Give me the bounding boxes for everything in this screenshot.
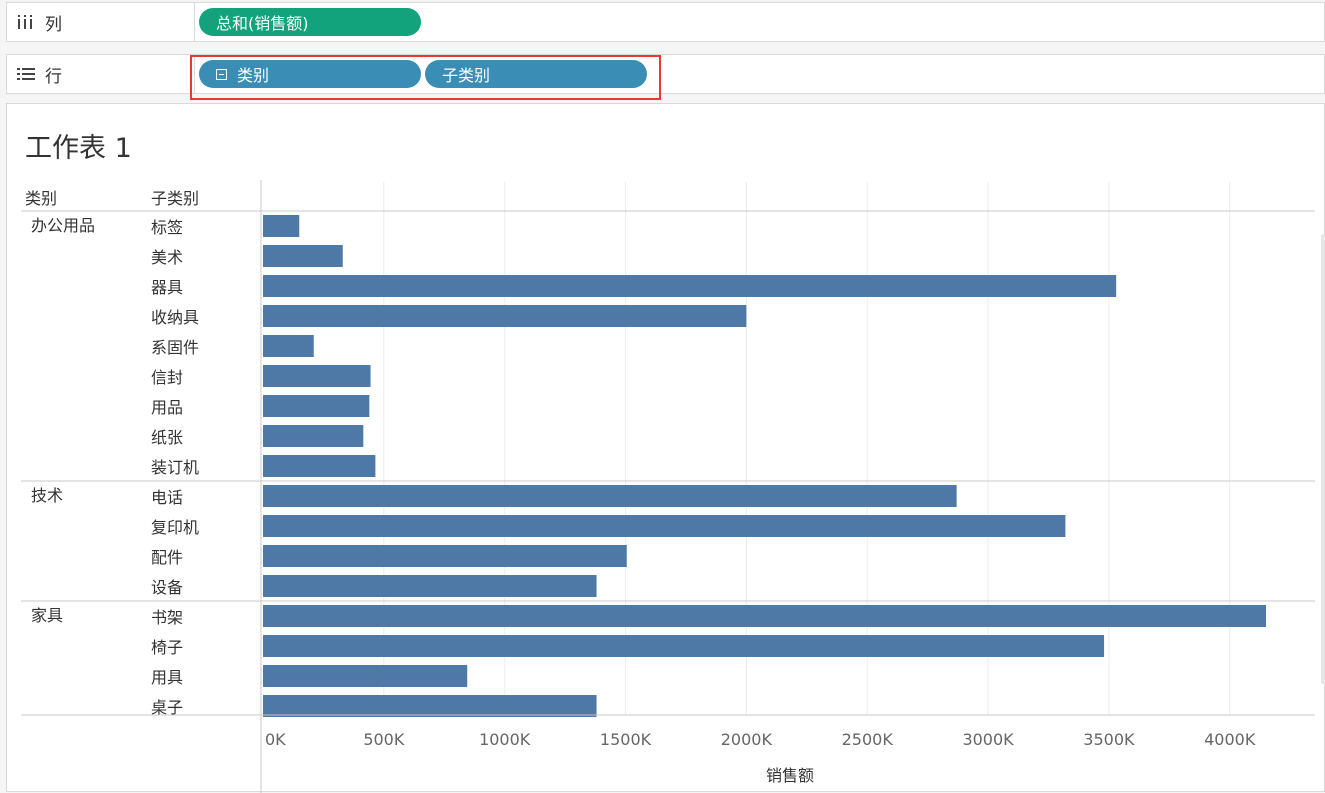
subcategory-label: 标签 — [151, 218, 183, 237]
bar — [263, 515, 1066, 537]
columns-shelf-title: 列 — [45, 14, 62, 35]
subcategory-label: 配件 — [151, 548, 183, 567]
bar-chart: 类别 子类别办公用品 标签美术器具收纳具系固件信封用品纸张装订机技术 电话复印机配件设… — [21, 180, 1325, 793]
rows-icon — [17, 67, 39, 81]
row-header-subcategory: 子类别 — [151, 189, 199, 208]
bar — [263, 545, 627, 567]
subcategory-label: 书架 — [151, 608, 183, 627]
category-label: 办公用品 — [31, 216, 95, 235]
bar — [263, 485, 957, 507]
subcategory-label: 信封 — [151, 368, 183, 387]
subcategory-label: 系固件 — [151, 338, 199, 357]
row-header-category: 类别 — [25, 189, 57, 208]
bar — [263, 365, 371, 387]
bar — [263, 695, 597, 717]
subcategory-label: 椅子 — [151, 638, 183, 657]
bar — [263, 635, 1105, 657]
subcategory-label: 收纳具 — [151, 308, 199, 327]
subcategory-label: 用品 — [151, 398, 183, 417]
bar — [263, 245, 343, 267]
category-label: 家具 — [31, 606, 63, 625]
columns-shelf: 列 总和(销售额) — [6, 2, 1325, 42]
pill-sum-sales[interactable]: 总和(销售额) — [199, 8, 421, 36]
subcategory-label: 复印机 — [151, 518, 199, 537]
worksheet: 工作表 1 类别 子类别 办公用品 标签 美术 器具 收纳具 系固件 信封 用品 纸张 装订机 技术 电话… — [6, 103, 1325, 793]
x-tick-label: 1000K — [479, 730, 531, 749]
bar — [263, 215, 300, 237]
highlight-box — [190, 55, 661, 100]
bar — [263, 455, 376, 477]
subcategory-label: 电话 — [151, 488, 183, 507]
bar — [263, 305, 747, 327]
bar — [263, 605, 1266, 627]
subcategory-label: 器具 — [151, 278, 183, 297]
x-axis-title: 销售额 — [766, 766, 814, 785]
bar — [263, 665, 468, 687]
scrollbar — [1321, 234, 1325, 684]
subcategory-label: 美术 — [151, 248, 183, 267]
category-label: 技术 — [31, 486, 63, 505]
rows-shelf-label: 行 — [7, 55, 195, 93]
subcategory-label: 用具 — [151, 668, 183, 687]
subcategory-label: 桌子 — [151, 698, 183, 717]
x-tick-label: 3000K — [962, 730, 1014, 749]
x-tick-label: 4000K — [1204, 730, 1256, 749]
subcategory-label: 设备 — [151, 578, 183, 597]
bar — [263, 395, 370, 417]
x-tick-label: 2500K — [842, 730, 894, 749]
bar — [263, 425, 364, 447]
columns-icon — [17, 15, 39, 29]
x-tick-label: 2000K — [721, 730, 773, 749]
bar — [263, 575, 597, 597]
x-tick-label: 500K — [363, 730, 405, 749]
subcategory-label: 装订机 — [151, 458, 199, 477]
bar — [263, 335, 314, 357]
rows-shelf-title: 行 — [45, 66, 62, 87]
x-tick-label: 0K — [265, 730, 286, 749]
bar — [263, 275, 1117, 297]
x-tick-label: 3500K — [1083, 730, 1135, 749]
columns-shelf-label: 列 — [7, 3, 195, 41]
subcategory-label: 纸张 — [151, 428, 183, 447]
x-tick-label: 1500K — [600, 730, 652, 749]
